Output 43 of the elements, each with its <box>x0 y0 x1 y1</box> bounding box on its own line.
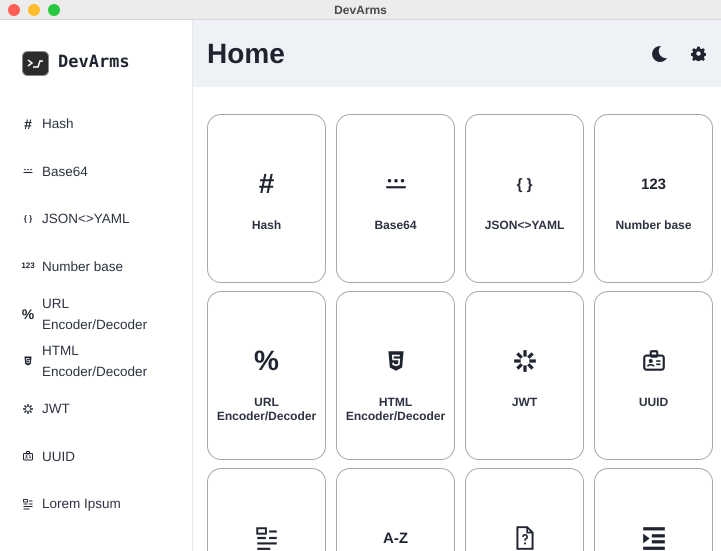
starburst-icon <box>22 402 34 415</box>
zoom-button[interactable] <box>48 4 60 16</box>
tool-card[interactable]: UUID <box>594 291 713 460</box>
sidebar-item[interactable]: # Hash <box>22 100 192 148</box>
tool-card[interactable]: A-Z <box>336 468 455 551</box>
id-badge-icon <box>640 348 666 374</box>
glyph-icon: { } <box>24 214 32 223</box>
id-badge-icon <box>22 450 34 462</box>
sidebar-item[interactable]: { } JSON<>YAML <box>22 195 192 242</box>
sidebar-item[interactable]: Lorem Ipsum <box>22 480 192 528</box>
sidebar-item[interactable]: 123 Number base <box>22 242 192 290</box>
sidebar-item[interactable]: JWT <box>22 385 192 432</box>
tool-card[interactable]: % URL Encoder/Decoder <box>207 291 326 460</box>
tool-card[interactable]: 123 Number base <box>594 114 713 283</box>
moon-icon[interactable] <box>651 45 667 62</box>
window-title: DevArms <box>334 2 387 18</box>
tool-card[interactable]: Base64 <box>336 114 455 283</box>
glyph-icon: A-Z <box>383 530 408 546</box>
sidebar-item[interactable]: UUID <box>22 432 192 480</box>
html5-shield-icon <box>22 355 34 368</box>
text-lines-icon <box>254 525 280 551</box>
app-name: DevArms <box>58 51 130 74</box>
glyph-icon: 123 <box>21 262 35 270</box>
text-lines-icon <box>22 498 34 510</box>
glyph-icon: # <box>24 116 32 131</box>
starburst-icon <box>512 348 538 374</box>
sidebar-item[interactable]: Base64 <box>22 148 192 195</box>
page-title: Home <box>207 36 286 70</box>
tool-card[interactable]: JWT <box>465 291 584 460</box>
glyph-icon: 123 <box>640 176 666 192</box>
glyph-icon: % <box>22 306 34 321</box>
sidebar-item[interactable]: HTML Encoder/Decoder <box>22 338 192 385</box>
glyph-icon: % <box>254 347 279 375</box>
tool-card[interactable]: # Hash <box>207 114 326 283</box>
minimize-button[interactable] <box>28 4 40 16</box>
settings-icon[interactable] <box>691 46 706 61</box>
tool-card[interactable]: HTML Encoder/Decoder <box>336 291 455 460</box>
glyph-icon: # <box>258 170 274 198</box>
indent-icon <box>640 525 666 551</box>
glyph-icon: { } <box>516 176 532 192</box>
close-button[interactable] <box>8 4 20 16</box>
tool-card[interactable]: { } JSON<>YAML <box>465 114 584 283</box>
terminal-logo-icon <box>22 50 49 76</box>
